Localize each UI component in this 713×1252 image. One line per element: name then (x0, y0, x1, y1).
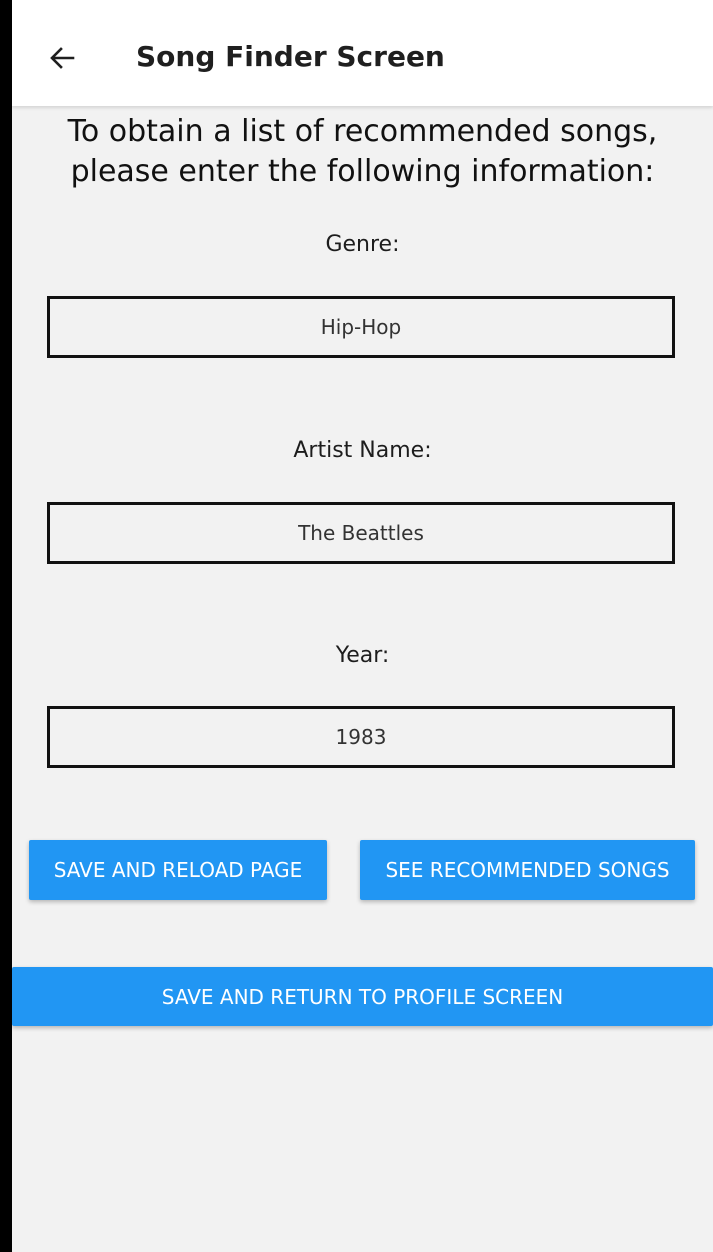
genre-input[interactable]: Hip-Hop (47, 296, 675, 358)
artist-name-input[interactable]: The Beattles (47, 502, 675, 564)
genre-label: Genre: (325, 232, 400, 257)
artist-name-label: Artist Name: (293, 438, 432, 463)
save-and-reload-button[interactable]: SAVE AND RELOAD PAGE (29, 840, 327, 900)
song-finder-screen: Song Finder Screen To obtain a list of r… (12, 0, 713, 1252)
app-bar: Song Finder Screen (12, 0, 713, 106)
arrow-left-icon (50, 47, 75, 69)
genre-value: Hip-Hop (320, 315, 402, 339)
intro-line-2: please enter the following information: (70, 154, 655, 189)
page-title: Song Finder Screen (136, 40, 445, 73)
year-label: Year: (335, 643, 390, 668)
intro-line-1: To obtain a list of recommended songs, (67, 114, 658, 149)
intro-text: To obtain a list of recommended songs, p… (12, 112, 713, 192)
year-value: 1983 (335, 725, 387, 749)
back-button[interactable] (48, 44, 76, 72)
year-input[interactable]: 1983 (47, 706, 675, 768)
see-recommended-songs-button[interactable]: SEE RECOMMENDED SONGS (360, 840, 695, 900)
artist-name-value: The Beattles (298, 521, 424, 545)
save-and-return-button[interactable]: SAVE AND RETURN TO PROFILE SCREEN (12, 967, 713, 1026)
